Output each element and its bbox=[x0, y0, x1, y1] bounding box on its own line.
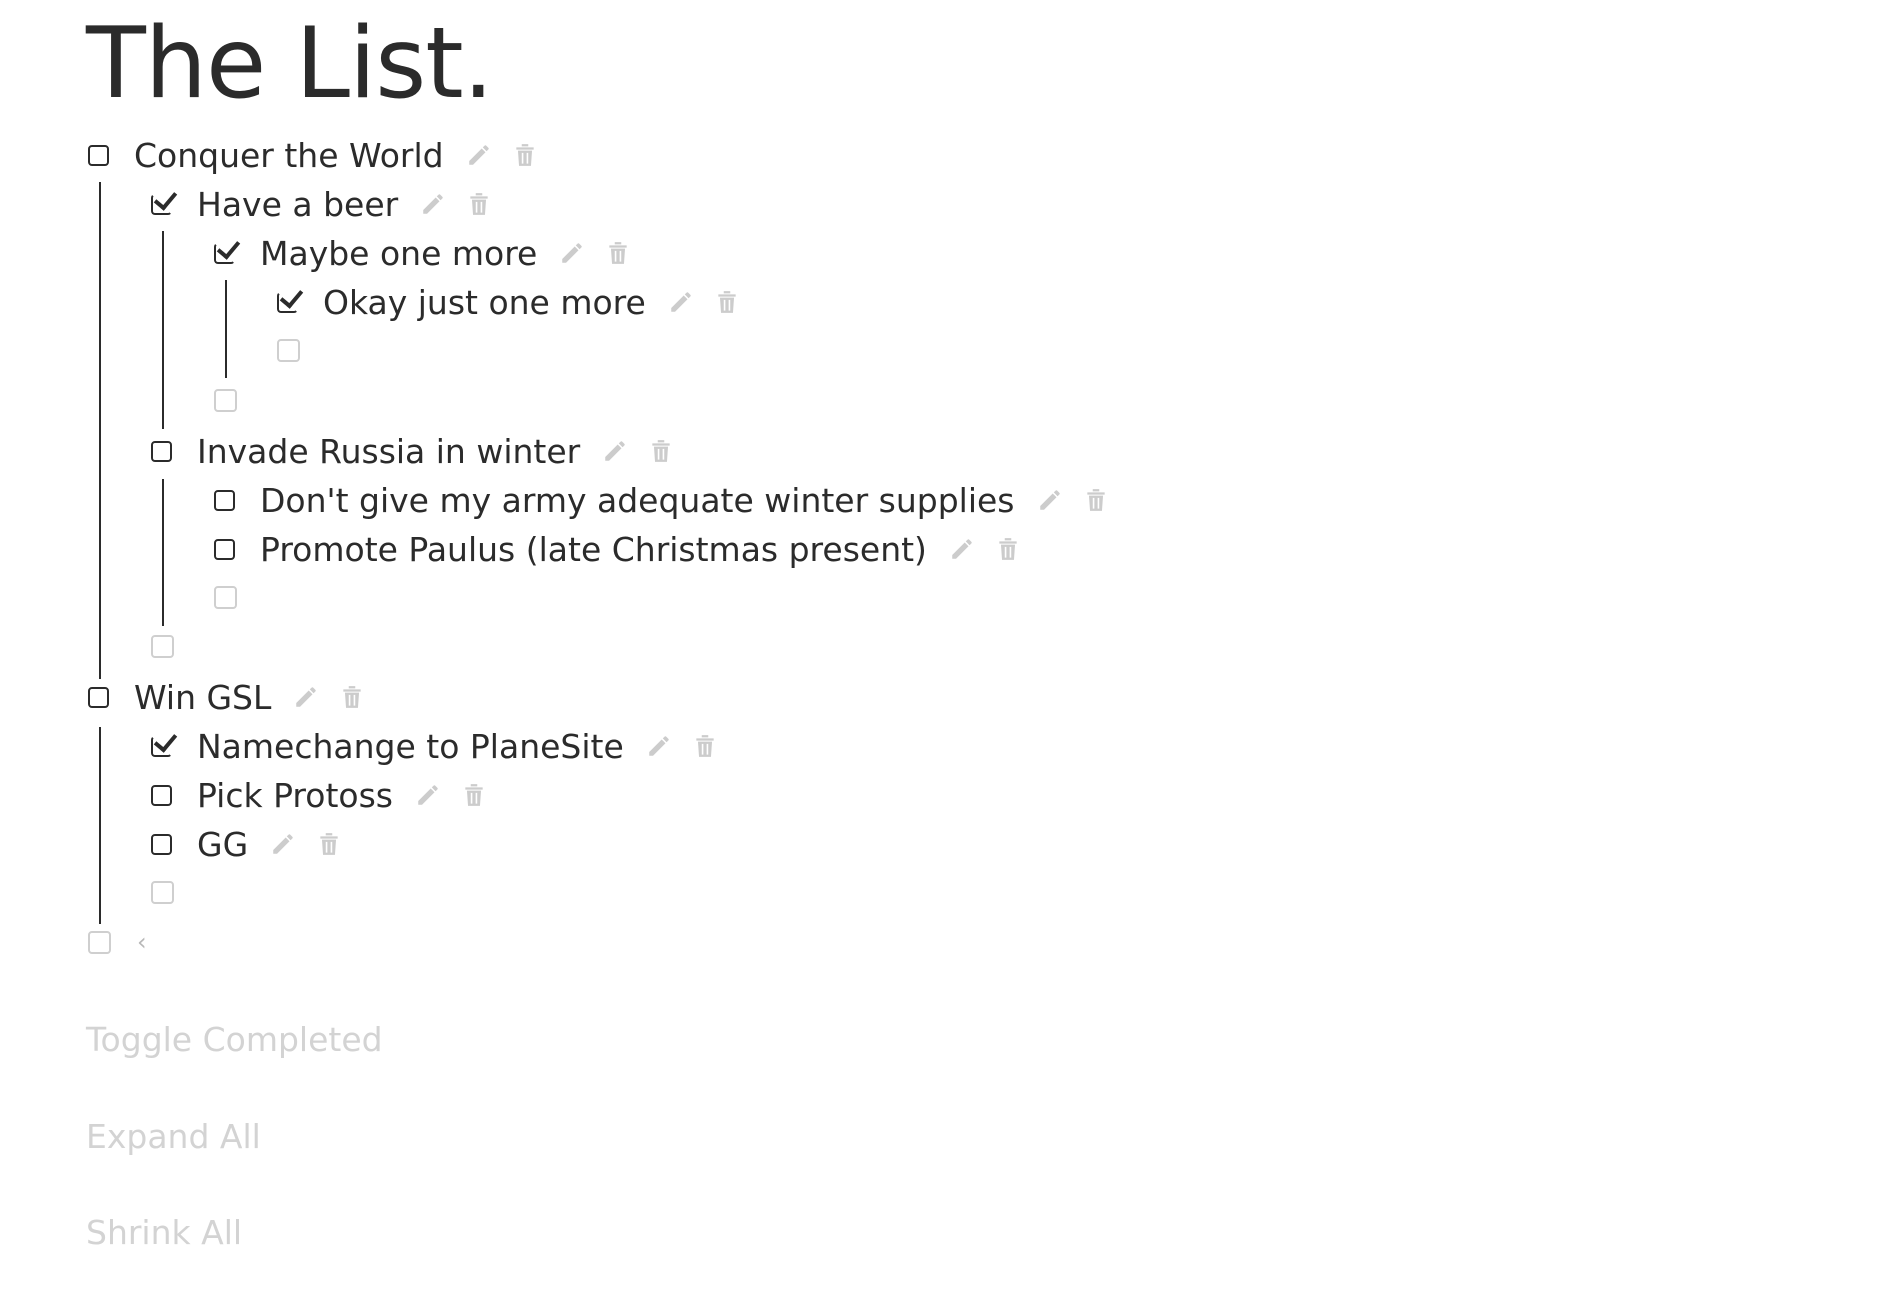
todo-item: Don't give my army adequate winter suppl… bbox=[214, 478, 1109, 522]
todo-item: Conquer the World bbox=[88, 133, 538, 177]
trash-icon[interactable] bbox=[648, 438, 674, 464]
new-item-row bbox=[214, 575, 237, 619]
trash-icon[interactable] bbox=[316, 831, 342, 857]
todo-item: Maybe one more bbox=[214, 231, 631, 275]
todo-item: Namechange to PlaneSite bbox=[151, 724, 718, 768]
new-item-row bbox=[214, 378, 237, 422]
pencil-icon[interactable] bbox=[1037, 487, 1063, 513]
item-label: Okay just one more bbox=[323, 282, 646, 322]
trash-icon[interactable] bbox=[512, 142, 538, 168]
pencil-icon[interactable] bbox=[270, 831, 296, 857]
item-label: Conquer the World bbox=[134, 135, 444, 175]
tree-connector bbox=[162, 231, 164, 429]
pencil-icon[interactable] bbox=[646, 733, 672, 759]
pencil-icon[interactable] bbox=[668, 289, 694, 315]
trash-icon[interactable] bbox=[714, 289, 740, 315]
item-label: Have a beer bbox=[197, 184, 399, 224]
item-checkbox[interactable] bbox=[277, 291, 298, 313]
pencil-icon[interactable] bbox=[420, 191, 446, 217]
item-checkbox[interactable] bbox=[151, 735, 172, 757]
new-item-row bbox=[277, 328, 300, 372]
item-checkbox[interactable] bbox=[214, 489, 235, 511]
new-item-checkbox[interactable] bbox=[214, 585, 237, 609]
trash-icon[interactable] bbox=[466, 191, 492, 217]
tree-connector bbox=[225, 280, 227, 378]
pencil-icon[interactable] bbox=[293, 684, 319, 710]
new-item-checkbox[interactable] bbox=[151, 634, 174, 658]
new-item-checkbox[interactable] bbox=[214, 388, 237, 412]
pencil-icon[interactable] bbox=[949, 536, 975, 562]
new-item-row bbox=[151, 624, 174, 668]
collapse-arrow-icon[interactable]: ‹ bbox=[137, 928, 147, 956]
todo-item: Pick Protoss bbox=[151, 773, 487, 817]
trash-icon[interactable] bbox=[605, 240, 631, 266]
item-checkbox[interactable] bbox=[88, 686, 109, 708]
toggle-completed-button[interactable]: Toggle Completed bbox=[86, 1020, 383, 1059]
new-item-checkbox[interactable] bbox=[151, 880, 174, 904]
item-label: Namechange to PlaneSite bbox=[197, 726, 624, 766]
todo-item: Win GSL bbox=[88, 675, 365, 719]
todo-item: Have a beer bbox=[151, 182, 492, 226]
page-title: The List. bbox=[86, 7, 494, 121]
item-checkbox[interactable] bbox=[88, 144, 109, 166]
trash-icon[interactable] bbox=[995, 536, 1021, 562]
todo-item: Promote Paulus (late Christmas present) bbox=[214, 527, 1021, 571]
shrink-all-button[interactable]: Shrink All bbox=[86, 1213, 242, 1252]
item-checkbox[interactable] bbox=[151, 193, 172, 215]
pencil-icon[interactable] bbox=[559, 240, 585, 266]
new-item-row bbox=[88, 920, 111, 964]
item-checkbox[interactable] bbox=[151, 440, 172, 462]
item-checkbox[interactable] bbox=[151, 784, 172, 806]
todo-item: Invade Russia in winter bbox=[151, 429, 674, 473]
trash-icon[interactable] bbox=[461, 782, 487, 808]
pencil-icon[interactable] bbox=[415, 782, 441, 808]
item-checkbox[interactable] bbox=[214, 242, 235, 264]
pencil-icon[interactable] bbox=[466, 142, 492, 168]
item-label: GG bbox=[197, 824, 249, 864]
trash-icon[interactable] bbox=[339, 684, 365, 710]
tree-connector bbox=[99, 182, 101, 679]
item-checkbox[interactable] bbox=[151, 833, 172, 855]
tree-connector bbox=[99, 727, 101, 924]
trash-icon[interactable] bbox=[692, 733, 718, 759]
tree-connector bbox=[162, 479, 164, 626]
todo-item: GG bbox=[151, 822, 342, 866]
item-label: Win GSL bbox=[134, 677, 272, 717]
new-item-checkbox[interactable] bbox=[88, 930, 111, 954]
item-label: Promote Paulus (late Christmas present) bbox=[260, 529, 927, 569]
item-label: Invade Russia in winter bbox=[197, 431, 581, 471]
trash-icon[interactable] bbox=[1083, 487, 1109, 513]
expand-all-button[interactable]: Expand All bbox=[86, 1117, 261, 1156]
pencil-icon[interactable] bbox=[602, 438, 628, 464]
item-label: Don't give my army adequate winter suppl… bbox=[260, 480, 1015, 520]
item-label: Maybe one more bbox=[260, 233, 538, 273]
new-item-row bbox=[151, 870, 174, 914]
todo-item: Okay just one more bbox=[277, 280, 740, 324]
new-item-checkbox[interactable] bbox=[277, 338, 300, 362]
item-checkbox[interactable] bbox=[214, 538, 235, 560]
item-label: Pick Protoss bbox=[197, 775, 393, 815]
